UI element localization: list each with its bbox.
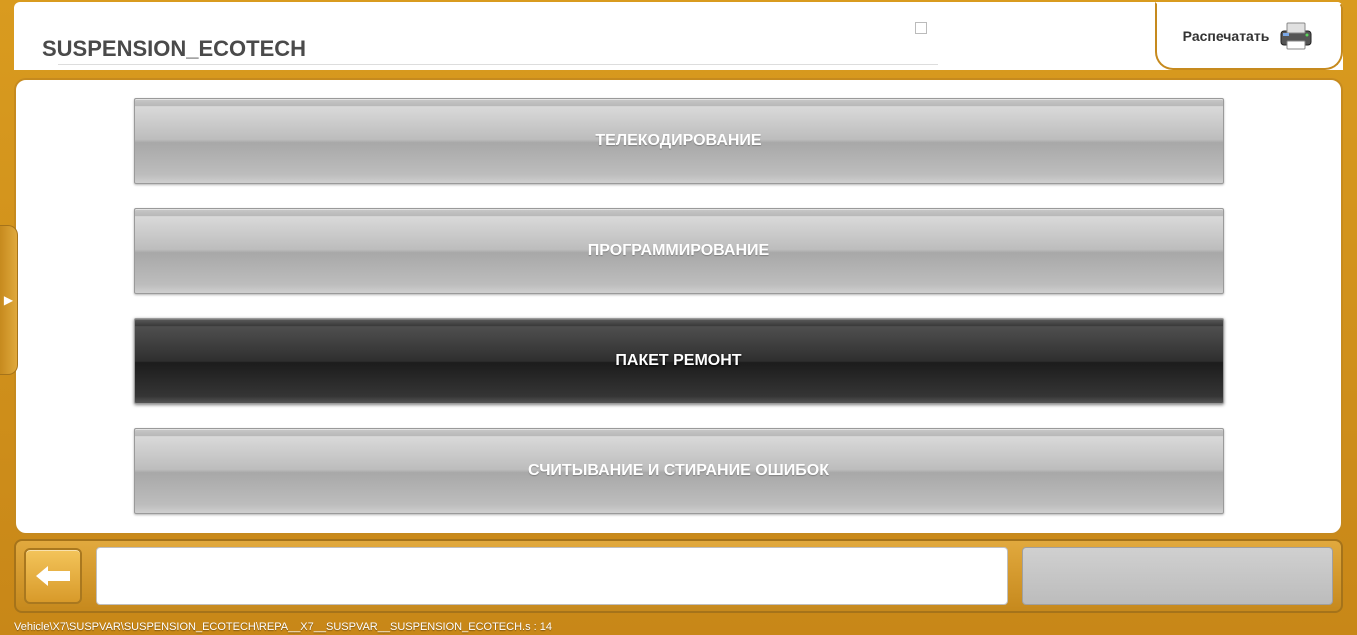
page-title: SUSPENSION_ECOTECH: [42, 36, 306, 62]
bottom-toolbar: [14, 539, 1343, 613]
menu-button-label: СЧИТЫВАНИЕ И СТИРАНИЕ ОШИБОК: [528, 462, 829, 480]
menu-button-label: ПАКЕТ РЕМОНТ: [615, 352, 741, 370]
bottom-info-panel: [96, 547, 1008, 605]
app-window: SUSPENSION_ECOTECH Распечатать ТЕЛЕКОДИР…: [0, 0, 1357, 635]
menu-button-repair-package[interactable]: ПАКЕТ РЕМОНТ: [134, 318, 1224, 404]
status-bar: Vehicle\X7\SUSPVAR\SUSPENSION_ECOTECH\RE…: [14, 621, 1343, 633]
menu-button-label: ТЕЛЕКОДИРОВАНИЕ: [595, 132, 761, 150]
menu-button-read-clear-errors[interactable]: СЧИТЫВАНИЕ И СТИРАНИЕ ОШИБОК: [134, 428, 1224, 514]
back-button[interactable]: [24, 548, 82, 604]
print-label: Распечатать: [1183, 28, 1270, 44]
title-underline: [58, 64, 938, 65]
header-bar: SUSPENSION_ECOTECH: [14, 2, 1343, 70]
sidebar-expand-handle[interactable]: ▶: [0, 225, 18, 375]
checkbox-small[interactable]: [915, 22, 927, 34]
printer-icon: [1277, 21, 1315, 51]
print-button[interactable]: Распечатать: [1155, 2, 1343, 70]
menu-button-label: ПРОГРАММИРОВАНИЕ: [588, 242, 769, 260]
menu-button-programming[interactable]: ПРОГРАММИРОВАНИЕ: [134, 208, 1224, 294]
chevron-right-icon: ▶: [4, 293, 13, 307]
main-menu-panel: ТЕЛЕКОДИРОВАНИЕ ПРОГРАММИРОВАНИЕ ПАКЕТ Р…: [14, 78, 1343, 535]
menu-button-telecoding[interactable]: ТЕЛЕКОДИРОВАНИЕ: [134, 98, 1224, 184]
bottom-aux-panel: [1022, 547, 1333, 605]
